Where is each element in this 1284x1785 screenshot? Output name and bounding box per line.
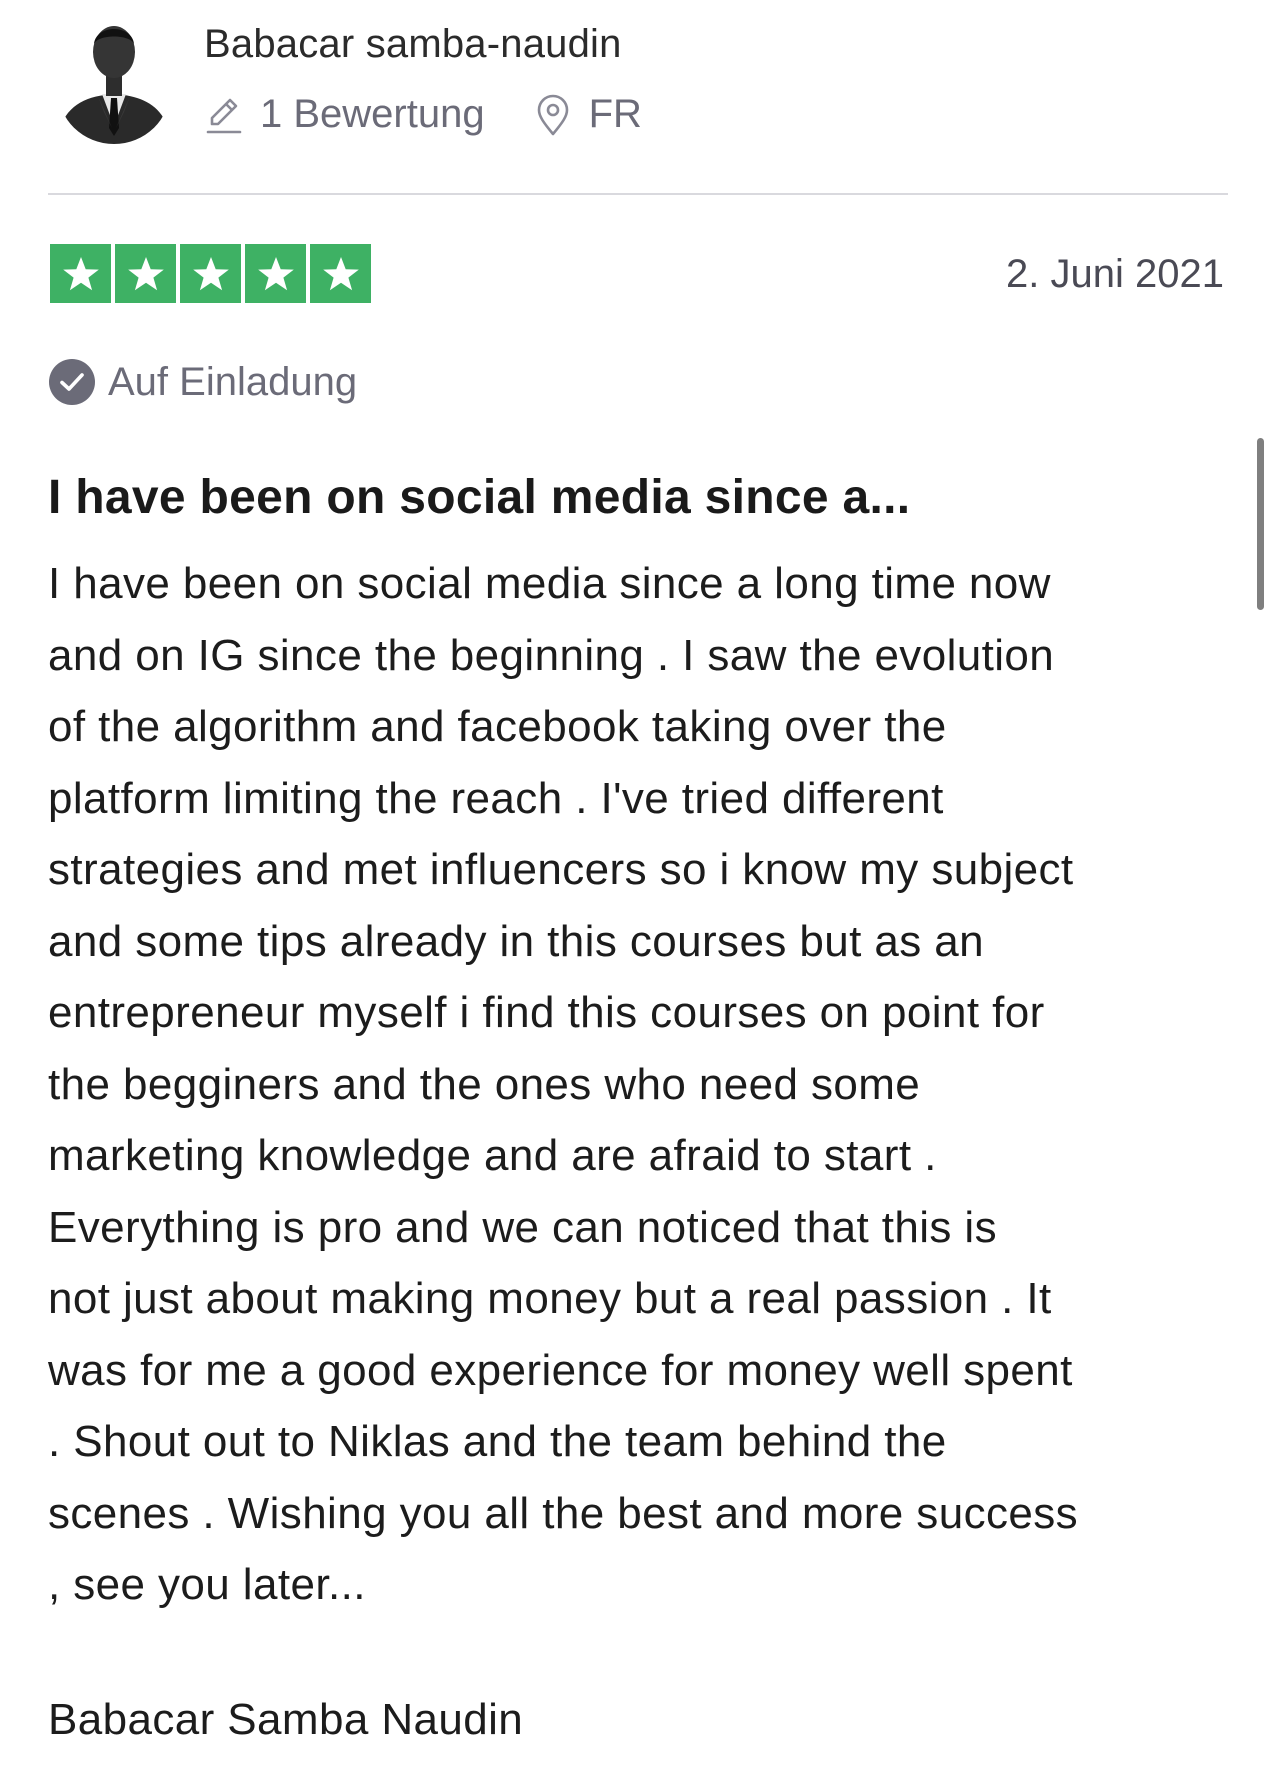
reviewer-meta: 1 Bewertung FR	[204, 92, 642, 137]
location-pin-icon	[533, 94, 573, 136]
avatar-photo-icon	[58, 26, 170, 144]
review-body-line: the begginers and the ones who need some	[48, 1059, 921, 1109]
review-body-line: scenes . Wishing you all the best and mo…	[48, 1488, 1079, 1538]
reviewer-header: Babacar samba-naudin 1 Bewertung FR	[48, 12, 1228, 152]
review-body-line: , see you later...	[48, 1560, 366, 1609]
review-body-line: . Shout out to Niklas and the team behin…	[48, 1417, 947, 1466]
invited-badge[interactable]: Auf Einladung	[48, 358, 357, 406]
country-label: FR	[588, 92, 642, 136]
reviewer-avatar[interactable]	[52, 16, 176, 146]
review-body-line: not just about making money but a real p…	[48, 1274, 1052, 1323]
review-body-line: and on IG since the beginning . I saw th…	[48, 630, 1055, 680]
review-body-line: Everything is pro and we can noticed tha…	[48, 1202, 997, 1252]
review-body-line: platform limiting the reach . I've tried…	[48, 773, 944, 823]
review-body-line: I have been on social media since a long…	[48, 559, 1051, 608]
reviewer-location: FR	[533, 92, 642, 137]
star-icon	[50, 244, 111, 303]
invited-label: Auf Einladung	[108, 359, 358, 404]
check-circle-icon	[48, 358, 96, 406]
review-count-label: 1 Bewertung	[260, 92, 485, 136]
review-body-line: marketing knowledge and are afraid to st…	[48, 1131, 937, 1180]
star-icon	[245, 244, 306, 303]
pencil-icon	[204, 94, 244, 136]
star-rating	[50, 244, 371, 303]
reviewer-name[interactable]: Babacar samba-naudin	[204, 22, 622, 67]
review-body: I have been on social media since a long…	[48, 548, 1248, 1621]
review-body-line: was for me a good experience for money w…	[48, 1345, 1073, 1395]
review-body-line: entrepreneur myself i find this courses …	[48, 988, 1045, 1037]
review-body-line: strategies and met influencers so i know…	[48, 845, 1074, 894]
star-icon	[115, 244, 176, 303]
scrollbar[interactable]	[1257, 438, 1264, 610]
review-date: 2. Juni 2021	[1006, 252, 1224, 296]
review-signature: Babacar Samba Naudin	[48, 1695, 524, 1744]
review-title[interactable]: I have been on social media since a...	[48, 470, 1228, 525]
review-body-line: and some tips already in this courses bu…	[48, 916, 984, 966]
star-icon	[310, 244, 371, 303]
review-body-line: of the algorithm and facebook taking ove…	[48, 702, 947, 751]
star-icon	[180, 244, 241, 303]
divider	[48, 193, 1228, 195]
review-count: 1 Bewertung	[204, 92, 485, 137]
